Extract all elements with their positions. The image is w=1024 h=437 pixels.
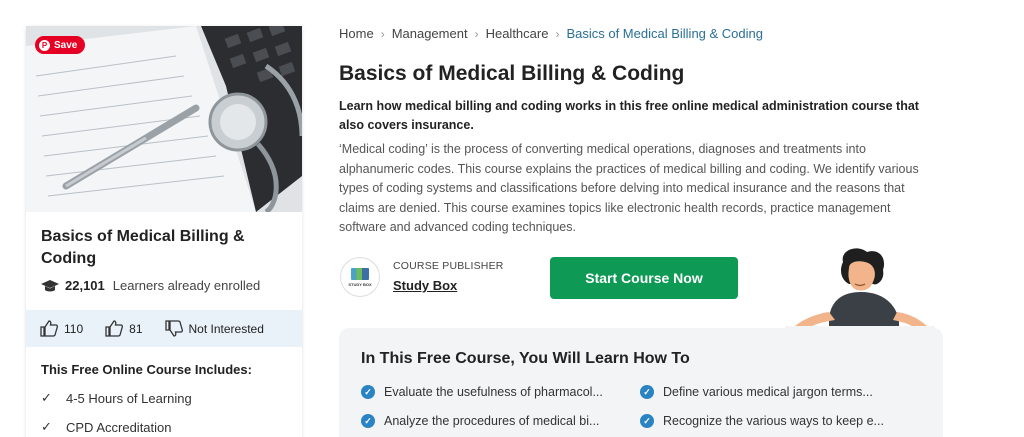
breadcrumb-home[interactable]: Home [339, 26, 374, 41]
learn-box: In This Free Course, You Will Learn How … [339, 328, 943, 437]
course-description: ‘Medical coding’ is the process of conve… [339, 142, 919, 235]
card-title: Basics of Medical Billing & Coding [41, 228, 245, 267]
course-card: P Save Basics of Medical Billing & Codin… [26, 26, 302, 437]
chevron-right-icon: › [555, 26, 560, 41]
enrolled-info: 22,101 Learners already enrolled [41, 278, 260, 293]
like-count: 110 [64, 321, 84, 336]
not-interested-label: Not Interested [188, 321, 264, 336]
publisher-logo-text: STUDY BOX [348, 281, 372, 287]
chevron-right-icon: › [380, 26, 385, 41]
course-hero-image: P Save [26, 26, 302, 212]
like-button[interactable]: 110 [40, 320, 83, 337]
not-interested-button[interactable]: Not Interested [164, 320, 264, 337]
breadcrumb-current[interactable]: Basics of Medical Billing & Coding [566, 26, 763, 41]
chevron-right-icon: › [474, 26, 479, 41]
include-item-label: CPD Accreditation [66, 419, 172, 435]
thumbs-up-icon [40, 320, 58, 337]
check-circle-icon: ✓ [361, 414, 375, 428]
start-course-button[interactable]: Start Course Now [550, 257, 738, 299]
enrolled-label: Learners already enrolled [112, 278, 261, 293]
learn-item: ✓ Analyze the procedures of medical bi..… [361, 414, 599, 428]
learn-title: In This Free Course, You Will Learn How … [361, 350, 690, 367]
include-item: ✓ 4-5 Hours of Learning [41, 390, 192, 406]
like-button-secondary[interactable]: 81 [105, 320, 143, 337]
learn-item-label: Analyze the procedures of medical bi... [384, 414, 600, 428]
check-circle-icon: ✓ [361, 385, 375, 399]
pinterest-icon: P [39, 39, 50, 51]
check-circle-icon: ✓ [640, 414, 654, 428]
graduation-cap-icon [41, 279, 59, 291]
learn-item: ✓ Recognize the various ways to keep e..… [640, 414, 884, 428]
breadcrumb-management[interactable]: Management [392, 26, 468, 41]
checkmark-icon: ✓ [41, 390, 52, 405]
learn-item-label: Recognize the various ways to keep e... [663, 414, 884, 428]
check-circle-icon: ✓ [640, 385, 654, 399]
thumbs-up-icon [105, 320, 124, 337]
learn-item-label: Evaluate the usefulness of pharmacol... [384, 385, 603, 399]
checkmark-icon: ✓ [41, 419, 52, 434]
pinterest-save-button[interactable]: P Save [35, 36, 86, 54]
publisher-name-link[interactable]: Study Box [393, 278, 457, 293]
thumbs-down-icon [164, 320, 183, 337]
books-icon [351, 267, 369, 280]
include-item-label: 4-5 Hours of Learning [66, 390, 192, 406]
breadcrumb-healthcare[interactable]: Healthcare [486, 26, 549, 41]
publisher-logo[interactable]: STUDY BOX [340, 257, 380, 297]
learn-item: ✓ Evaluate the usefulness of pharmacol..… [361, 385, 603, 399]
enrolled-count: 22,101 [65, 278, 105, 293]
course-subtitle: Learn how medical billing and coding wor… [339, 99, 919, 132]
page-title: Basics of Medical Billing & Coding [339, 62, 685, 85]
save-label: Save [54, 39, 78, 51]
includes-title: This Free Online Course Includes: [41, 362, 252, 377]
include-item: ✓ CPD Accreditation [41, 419, 172, 435]
publisher-label: COURSE PUBLISHER [393, 260, 504, 272]
learn-item: ✓ Define various medical jargon terms... [640, 385, 873, 399]
like-count-secondary: 81 [129, 321, 143, 336]
learn-item-label: Define various medical jargon terms... [663, 385, 873, 399]
vote-bar: 110 81 Not Interested [26, 310, 302, 347]
breadcrumb: Home › Management › Healthcare › Basics … [339, 26, 763, 41]
